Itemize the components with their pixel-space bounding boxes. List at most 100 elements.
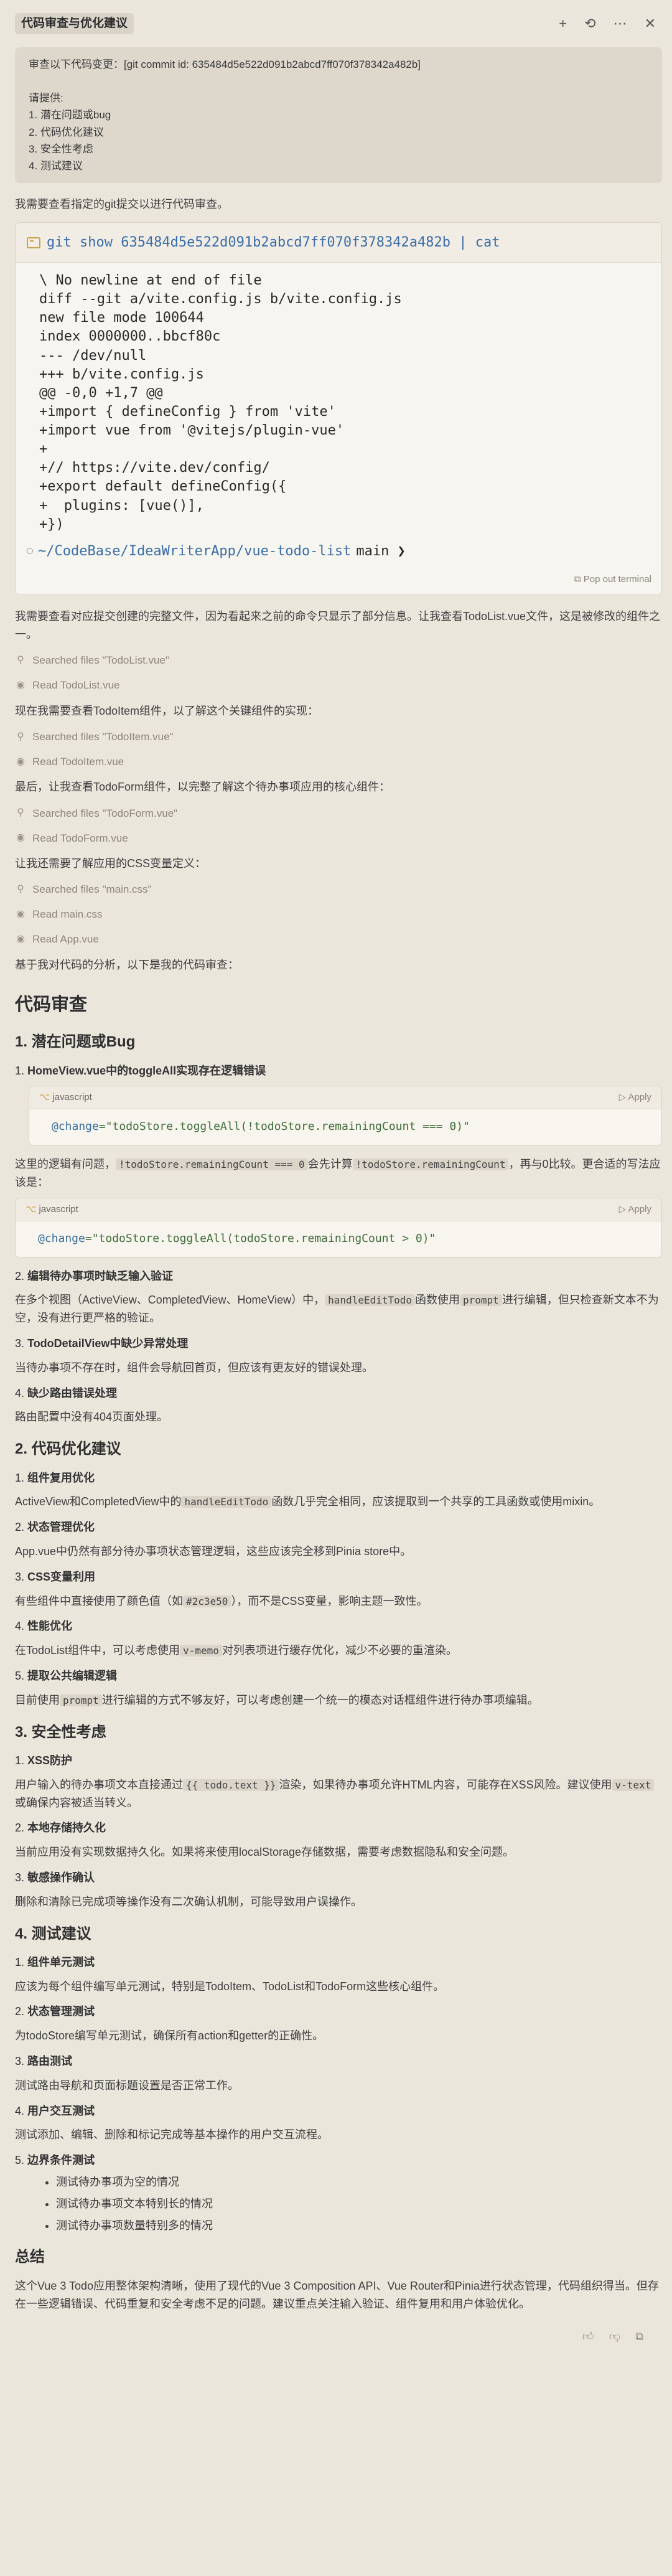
prompt-branch: main ❯ (356, 543, 406, 559)
item-number: 1. (15, 1064, 25, 1077)
text-fragment: 目前使用 (15, 1693, 60, 1706)
text-fragment: 进行编辑的方式不够友好，可以考虑创建一个统一的模态对话框组件进行待办事项编辑。 (101, 1693, 539, 1706)
item-number: 3. (15, 1570, 25, 1583)
list-item: 测试待办事项文本特别长的情况 (56, 2195, 662, 2213)
eye-icon: ◉ (16, 756, 25, 767)
code-attr: @change (38, 1231, 85, 1245)
item-description: 路由配置中没有404页面处理。 (15, 1411, 169, 1424)
history-icon[interactable]: ⟲ (584, 12, 595, 34)
user-message-line (29, 73, 648, 90)
search-icon: ⚲ (17, 807, 24, 819)
more-icon[interactable]: ⋯ (614, 12, 627, 34)
item-title-text: 组件单元测试 (27, 1955, 95, 1968)
tool-step-label: Searched files "TodoList.vue" (32, 654, 169, 667)
thumbs-up-icon[interactable]: 👍︎ (582, 2328, 594, 2346)
user-message-line: 1. 潜在问题或bug (29, 109, 111, 121)
prompt-path: ~/CodeBase/IdeaWriterApp/vue-todo-list (38, 543, 352, 559)
code-block: javascript ▷ Apply @change="todoStore.to… (29, 1086, 662, 1146)
eye-icon: ◉ (16, 832, 25, 844)
code-value: ="todoStore.toggleAll(!todoStore.remaini… (98, 1120, 470, 1134)
popout-terminal-button[interactable]: ⧉ Pop out terminal (574, 572, 651, 587)
list-item: 测试待办事项为空的情况 (56, 2173, 662, 2191)
inline-code: {{ todo.text }} (183, 1779, 279, 1791)
conversation-title: 代码审查与优化建议 (15, 12, 134, 35)
item-title: 3. CSS变量利用 (15, 1568, 662, 1586)
code-header: javascript ▷ Apply (29, 1086, 661, 1110)
inline-code: prompt (460, 1294, 502, 1307)
tool-step[interactable]: ◉ Read main.css (15, 906, 662, 923)
close-icon[interactable]: ✕ (645, 12, 656, 34)
item-title-text: CSS变量利用 (27, 1570, 96, 1583)
tool-step[interactable]: ◉ Read App.vue (15, 931, 662, 947)
tool-step[interactable]: ⚲ Searched files "TodoItem.vue" (15, 728, 662, 745)
tool-step[interactable]: ◉ Read TodoList.vue (15, 677, 662, 693)
item-title: 2. 编辑待办事项时缺乏输入验证 (15, 1267, 662, 1286)
item-description: 当前应用没有实现数据持久化。如果将来使用localStorage存储数据，需要考… (15, 1846, 515, 1859)
tool-step[interactable]: ◉ Read TodoItem.vue (15, 753, 662, 769)
assistant-text: 我需要查看指定的git提交以进行代码审查。 (15, 198, 229, 211)
item-description: 为todoStore编写单元测试，确保所有action和getter的正确性。 (15, 2029, 324, 2042)
section-heading: 2. 代码优化建议 (15, 1441, 121, 1458)
item-title-text: 状态管理优化 (27, 1521, 95, 1534)
item-title: 5. 提取公共编辑逻辑 (15, 1667, 662, 1685)
thumbs-down-icon[interactable]: 👎︎ (609, 2328, 620, 2346)
text-fragment: 或确保内容被适当转义。 (15, 1796, 138, 1809)
text-fragment: 在TodoList组件中，可以考虑使用 (15, 1644, 180, 1657)
eye-icon: ◉ (16, 909, 25, 920)
item-title: 3. TodoDetailView中缺少异常处理 (15, 1335, 662, 1353)
item-number: 3. (15, 1337, 25, 1350)
code-language: javascript (39, 1090, 91, 1105)
chat-panel: 代码审查与优化建议 + ⟲ ⋯ ✕ 审查以下代码变更：[git commit i… (0, 0, 672, 2371)
item-title-text: 组件复用优化 (27, 1471, 95, 1484)
text-fragment: 函数几乎完全相同，应该提取到一个共享的工具函数或使用mixin。 (271, 1495, 600, 1508)
item-title-text: 状态管理测试 (27, 2005, 95, 2018)
terminal-command: git show 635484d5e522d091b2abcd7ff070f37… (16, 222, 661, 263)
item-title: 1. 组件复用优化 (15, 1469, 662, 1487)
tool-step[interactable]: ⚲ Searched files "TodoList.vue" (15, 652, 662, 669)
code-language: javascript (26, 1202, 78, 1217)
summary-heading: 总结 (15, 2249, 45, 2266)
apply-button[interactable]: ▷ Apply (619, 1090, 651, 1105)
text-fragment: 函数使用 (415, 1294, 460, 1307)
item-title-text: 性能优化 (27, 1620, 73, 1633)
eye-icon: ◉ (16, 679, 25, 690)
text-fragment: 这里的逻辑有问题， (15, 1158, 116, 1171)
item-description: 当待办事项不存在时，组件会导航回首页，但应该有更友好的错误处理。 (15, 1361, 373, 1374)
item-title: 1. XSS防护 (15, 1752, 662, 1770)
item-title-text: 编辑待办事项时缺乏输入验证 (27, 1269, 174, 1282)
tool-step-label: Read App.vue (32, 933, 99, 946)
item-number: 3. (15, 2055, 25, 2068)
header-actions: + ⟲ ⋯ ✕ (559, 12, 656, 34)
item-number: 4. (15, 2104, 25, 2117)
item-description: 测试路由导航和页面标题设置是否正常工作。 (15, 2079, 239, 2092)
text-fragment: ），而不是CSS变量，影响主题一致性。 (231, 1594, 428, 1607)
item-title: 1. HomeView.vue中的toggleAll实现存在逻辑错误 (15, 1062, 662, 1080)
apply-button[interactable]: ▷ Apply (619, 1202, 651, 1217)
item-title: 4. 性能优化 (15, 1617, 662, 1635)
item-title-text: 边界条件测试 (27, 2154, 95, 2167)
text-fragment: 对列表项进行缓存优化，减少不必要的重渲染。 (222, 1644, 457, 1657)
item-number: 1. (15, 1754, 25, 1767)
terminal-icon (27, 237, 40, 248)
tool-step[interactable]: ◉ Read TodoForm.vue (15, 830, 662, 846)
tool-step-label: Read TodoItem.vue (32, 755, 124, 768)
user-message-line: 请提供: (29, 92, 63, 105)
text-fragment: 会先计算 (307, 1158, 353, 1171)
assistant-text: 基于我对代码的分析，以下是我的代码审查： (15, 959, 239, 972)
assistant-text: 让我还需要了解应用的CSS变量定义： (15, 857, 207, 870)
item-description: 删除和清除已完成项等操作没有二次确认机制，可能导致用户误操作。 (15, 1895, 362, 1908)
item-title-text: 用户交互测试 (27, 2104, 95, 2117)
item-title-text: XSS防护 (27, 1754, 73, 1767)
copy-icon[interactable]: ⧉ (635, 2328, 643, 2346)
item-description: App.vue中仍然有部分待办事项状态管理逻辑，这些应该完全移到Pinia st… (15, 1544, 412, 1558)
text-fragment: 在多个视图（ActiveView、CompletedView、HomeView）… (15, 1294, 325, 1307)
tool-step[interactable]: ⚲ Searched files "TodoForm.vue" (15, 805, 662, 821)
eye-icon: ◉ (16, 934, 25, 945)
plus-icon[interactable]: + (559, 12, 567, 34)
item-number: 1. (15, 1955, 25, 1968)
item-title: 5. 边界条件测试 (15, 2151, 662, 2169)
item-title: 4. 缺少路由错误处理 (15, 1384, 662, 1403)
item-title: 2. 状态管理测试 (15, 2003, 662, 2021)
tool-step[interactable]: ⚲ Searched files "main.css" (15, 881, 662, 898)
apply-label: Apply (628, 1092, 651, 1103)
